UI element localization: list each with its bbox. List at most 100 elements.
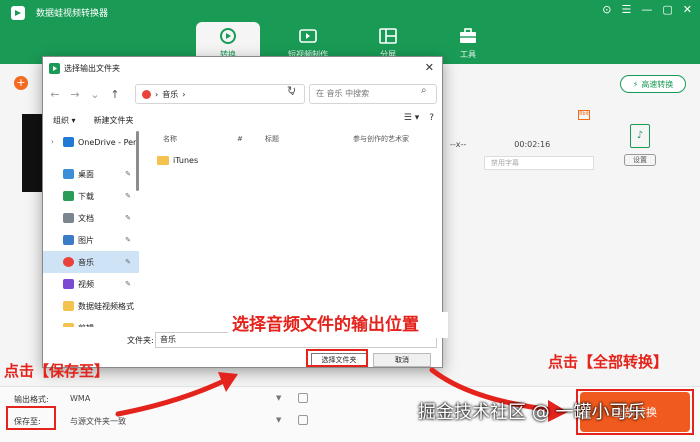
search-icon[interactable]: ⌕ <box>421 85 436 96</box>
annotation-choose-location: 选择音频文件的输出位置 <box>228 312 448 338</box>
sidebar-item-desktop[interactable]: 桌面 ✎ <box>43 163 139 185</box>
close-icon[interactable]: ✕ <box>425 61 434 74</box>
address-row: ← → ⌄ ↑ › 音乐 › ⌄ ↻ 在 音乐 中搜索 ⌕ <box>43 79 442 109</box>
annotation-click-save-to: 点击【保存至】 <box>4 362 110 380</box>
codec-icon: 8bit <box>578 110 590 120</box>
highlight-select-folder <box>306 349 368 367</box>
format-settings-icon[interactable] <box>298 393 308 403</box>
folder-icon <box>63 323 74 327</box>
sidebar-item-videos[interactable]: 视频 ✎ <box>43 273 139 295</box>
address-text: 音乐 <box>162 89 179 99</box>
sidebar-scrollbar[interactable] <box>136 131 139 191</box>
video-icon <box>299 28 317 43</box>
save-to-value[interactable]: 与源文件夹一致 <box>70 416 126 427</box>
sidebar-item-label: 音乐 <box>78 257 94 267</box>
subtitle-select[interactable]: 禁用字幕 <box>484 156 594 170</box>
minimize-icon[interactable]: — <box>641 3 652 16</box>
music-icon <box>142 89 151 99</box>
sidebar-item-label: 数据蛙视频格式 <box>78 301 134 311</box>
add-file-button[interactable]: + <box>14 76 28 90</box>
address-separator: › <box>182 89 186 99</box>
help-icon[interactable]: ? <box>429 113 434 123</box>
file-info: --x-- 00:02:16 <box>450 140 550 149</box>
settings-button[interactable]: 设置 <box>624 154 656 166</box>
tab-tools[interactable]: 工具 <box>436 22 500 64</box>
sidebar-item-label: OneDrive - Per <box>78 137 137 147</box>
output-format-label: 输出格式: <box>14 395 49 404</box>
window-controls: ⊙ ☰ — ▢ ✕ <box>602 3 692 16</box>
address-separator: › <box>155 89 159 99</box>
address-bar[interactable]: › 音乐 › ⌄ <box>135 84 305 104</box>
navigation-pane: › OneDrive - Per 桌面 ✎ 下载 ✎ 文档 ✎ 图片 ✎ 音乐 <box>43 131 139 327</box>
sidebar-item-music[interactable]: 音乐 ✎ <box>43 251 139 273</box>
up-icon[interactable]: ↑ <box>107 88 123 101</box>
output-format-icon[interactable]: ♪ <box>630 124 650 148</box>
file-list: 名称 # 标题 参与创作的艺术家 iTunes <box>143 131 440 327</box>
tab-tools-label: 工具 <box>460 49 476 59</box>
pin-icon: ✎ <box>125 192 131 200</box>
sidebar-item-folder[interactable]: 剪辑 <box>43 317 139 327</box>
app-logo-icon <box>49 62 60 74</box>
toolbox-icon <box>460 27 476 43</box>
sidebar-item-label: 图片 <box>78 235 94 245</box>
app-title: 数据蛙视频转换器 <box>36 9 109 19</box>
pin-icon: ✎ <box>125 236 131 244</box>
column-headers: 名称 # 标题 参与创作的艺术家 <box>143 131 440 147</box>
document-icon <box>63 213 74 223</box>
chevron-down-icon[interactable]: ▼ <box>276 416 281 424</box>
column-title[interactable]: 标题 <box>259 134 345 144</box>
resolution-text: --x-- <box>450 140 467 149</box>
cancel-button[interactable]: 取消 <box>373 353 431 367</box>
new-folder-button[interactable]: 新建文件夹 <box>94 115 134 126</box>
picture-icon <box>63 235 74 245</box>
watermark: 掘金技术社区 @ 一罐小可乐 <box>418 402 646 423</box>
recent-dropdown-icon[interactable]: ⌄ <box>87 88 103 101</box>
dialog-toolbar: 组织 ▾ 新建文件夹 ☰ ▾ ? <box>43 109 442 131</box>
organize-menu[interactable]: 组织 ▾ <box>53 115 76 126</box>
duration-text: 00:02:16 <box>514 140 551 149</box>
pin-icon: ✎ <box>125 258 131 266</box>
desktop-icon <box>63 169 74 179</box>
filename-label: 文件夹: <box>127 336 154 345</box>
dialog-title: 选择输出文件夹 <box>64 63 120 73</box>
chevron-down-icon[interactable]: ▼ <box>276 394 281 402</box>
file-name: iTunes <box>173 155 199 165</box>
high-speed-convert-button[interactable]: ⚡ 高速转换 <box>620 75 686 93</box>
sidebar-item-label: 文档 <box>78 213 94 223</box>
list-item[interactable]: iTunes <box>143 151 440 169</box>
sidebar-item-documents[interactable]: 文档 ✎ <box>43 207 139 229</box>
view-options-icon[interactable]: ☰ ▾ <box>404 113 419 123</box>
forward-icon[interactable]: → <box>67 88 83 101</box>
column-name[interactable]: 名称 <box>143 134 229 144</box>
onedrive-icon <box>63 137 74 147</box>
video-icon <box>63 279 74 289</box>
view-controls: ☰ ▾ ? <box>404 113 434 123</box>
sidebar-item-folder[interactable]: 数据蛙视频格式 <box>43 295 139 317</box>
sidebar-item-onedrive[interactable]: › OneDrive - Per <box>43 131 139 153</box>
sidebar-item-pictures[interactable]: 图片 ✎ <box>43 229 139 251</box>
sidebar-item-downloads[interactable]: 下载 ✎ <box>43 185 139 207</box>
column-number[interactable]: # <box>229 135 259 143</box>
menu-icon[interactable]: ☰ <box>622 3 632 16</box>
back-icon[interactable]: ← <box>47 88 63 101</box>
output-format-value[interactable]: WMA <box>70 394 90 403</box>
folder-icon[interactable] <box>298 415 308 425</box>
app-logo-icon <box>11 6 25 20</box>
sidebar-item-label: 下载 <box>78 191 94 201</box>
folder-icon <box>63 301 74 311</box>
refresh-icon[interactable]: ↻ <box>287 84 296 97</box>
sidebar-item-label: 剪辑 <box>78 323 94 328</box>
search-input[interactable]: 在 音乐 中搜索 <box>309 84 437 104</box>
app-header: 数据蛙视频转换器 ⊙ ☰ — ▢ ✕ 转换 短视频制作 分屏 工具 <box>0 0 700 64</box>
highlight-save-to <box>6 406 56 430</box>
expand-icon[interactable]: › <box>51 138 54 146</box>
pin-icon: ✎ <box>125 170 131 178</box>
feedback-icon[interactable]: ⊙ <box>602 3 611 16</box>
column-artist[interactable]: 参与创作的艺术家 <box>345 134 440 144</box>
sidebar-item-label: 桌面 <box>78 169 94 179</box>
close-icon[interactable]: ✕ <box>683 3 692 16</box>
download-icon <box>63 191 74 201</box>
maximize-icon[interactable]: ▢ <box>662 3 672 16</box>
music-icon <box>63 257 74 267</box>
